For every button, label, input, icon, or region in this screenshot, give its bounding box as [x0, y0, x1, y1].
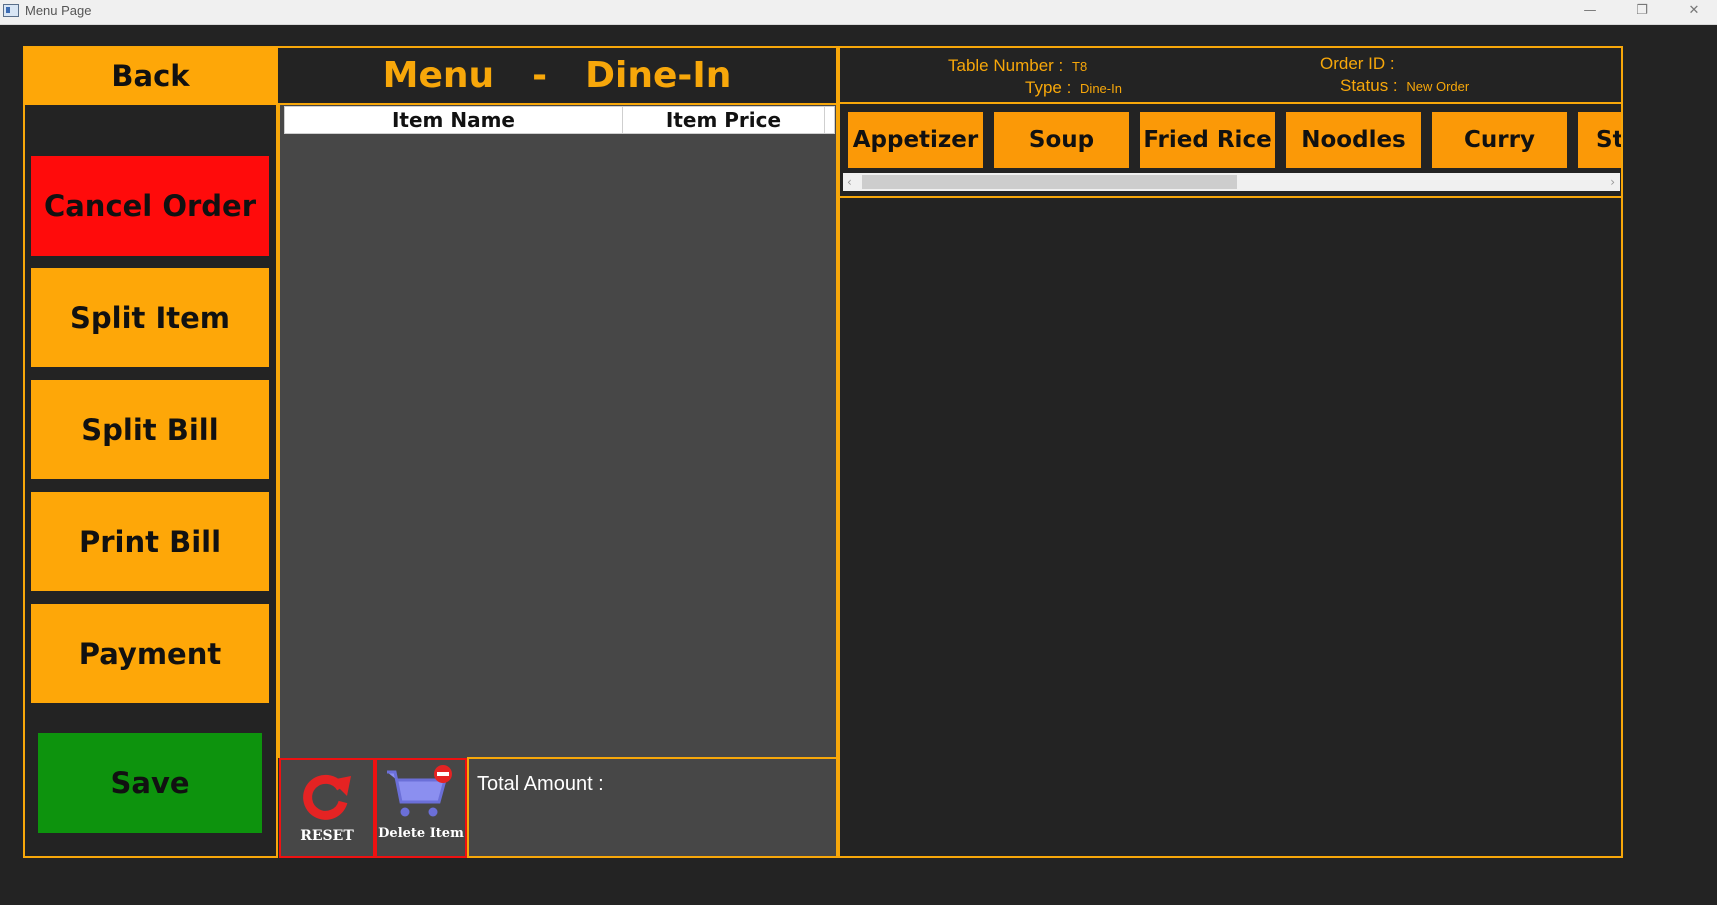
- order-status-row: Status : New Order: [1340, 76, 1469, 96]
- menu-items-panel: [838, 196, 1623, 858]
- table-number-value: T8: [1072, 59, 1088, 74]
- order-status-label: Status :: [1340, 76, 1398, 95]
- restore-icon[interactable]: ❐: [1619, 0, 1665, 24]
- minimize-icon[interactable]: —: [1567, 0, 1613, 24]
- app-window-icon: [3, 4, 19, 17]
- column-header-filler: [824, 107, 834, 133]
- table-number-row: Table Number : T8: [948, 56, 1087, 76]
- cart-remove-icon: [387, 765, 452, 817]
- category-scrollbar[interactable]: ‹ ›: [843, 173, 1620, 191]
- save-button[interactable]: Save: [38, 733, 262, 833]
- total-amount-box: Total Amount :: [467, 757, 838, 858]
- order-id-label: Order ID :: [1320, 54, 1395, 73]
- scroll-right-icon[interactable]: ›: [1610, 173, 1615, 191]
- order-info-panel: Table Number : T8 Type : Dine-In Order I…: [838, 46, 1623, 104]
- close-icon[interactable]: ✕: [1671, 0, 1717, 24]
- delete-item-button[interactable]: Delete Item: [375, 758, 467, 858]
- reset-button[interactable]: RESET: [279, 758, 375, 858]
- order-table-header: Item Name Item Price: [284, 106, 835, 134]
- column-header-item-price[interactable]: Item Price: [623, 107, 824, 133]
- window-titlebar: Menu Page — ❐ ✕: [0, 0, 1717, 25]
- delete-item-label: Delete Item: [378, 826, 464, 841]
- reset-label: RESET: [300, 828, 354, 844]
- order-type-label: Type :: [1025, 78, 1072, 97]
- window-title: Menu Page: [25, 3, 92, 18]
- payment-button[interactable]: Payment: [31, 604, 269, 703]
- page-title-bar: Menu - Dine-In: [278, 46, 838, 105]
- column-header-item-name[interactable]: Item Name: [285, 107, 623, 133]
- order-type-row: Type : Dine-In: [1025, 78, 1122, 98]
- order-id-row: Order ID :: [1320, 54, 1399, 74]
- split-item-button[interactable]: Split Item: [31, 268, 269, 367]
- scroll-left-icon[interactable]: ‹: [847, 173, 852, 191]
- table-number-label: Table Number :: [948, 56, 1064, 75]
- page-title: Menu: [382, 55, 495, 96]
- order-items-panel: Item Name Item Price: [278, 105, 838, 758]
- title-separator: -: [532, 55, 548, 96]
- order-type-value: Dine-In: [1080, 81, 1122, 96]
- reset-icon: [303, 774, 351, 820]
- back-button[interactable]: Back: [24, 47, 277, 105]
- total-amount-label: Total Amount :: [477, 773, 604, 795]
- split-bill-button[interactable]: Split Bill: [31, 380, 269, 479]
- scrollbar-thumb[interactable]: [862, 175, 1237, 189]
- order-type-title: Dine-In: [585, 55, 732, 96]
- order-status-value: New Order: [1406, 79, 1470, 94]
- cancel-order-button[interactable]: Cancel Order: [31, 156, 269, 256]
- print-bill-button[interactable]: Print Bill: [31, 492, 269, 591]
